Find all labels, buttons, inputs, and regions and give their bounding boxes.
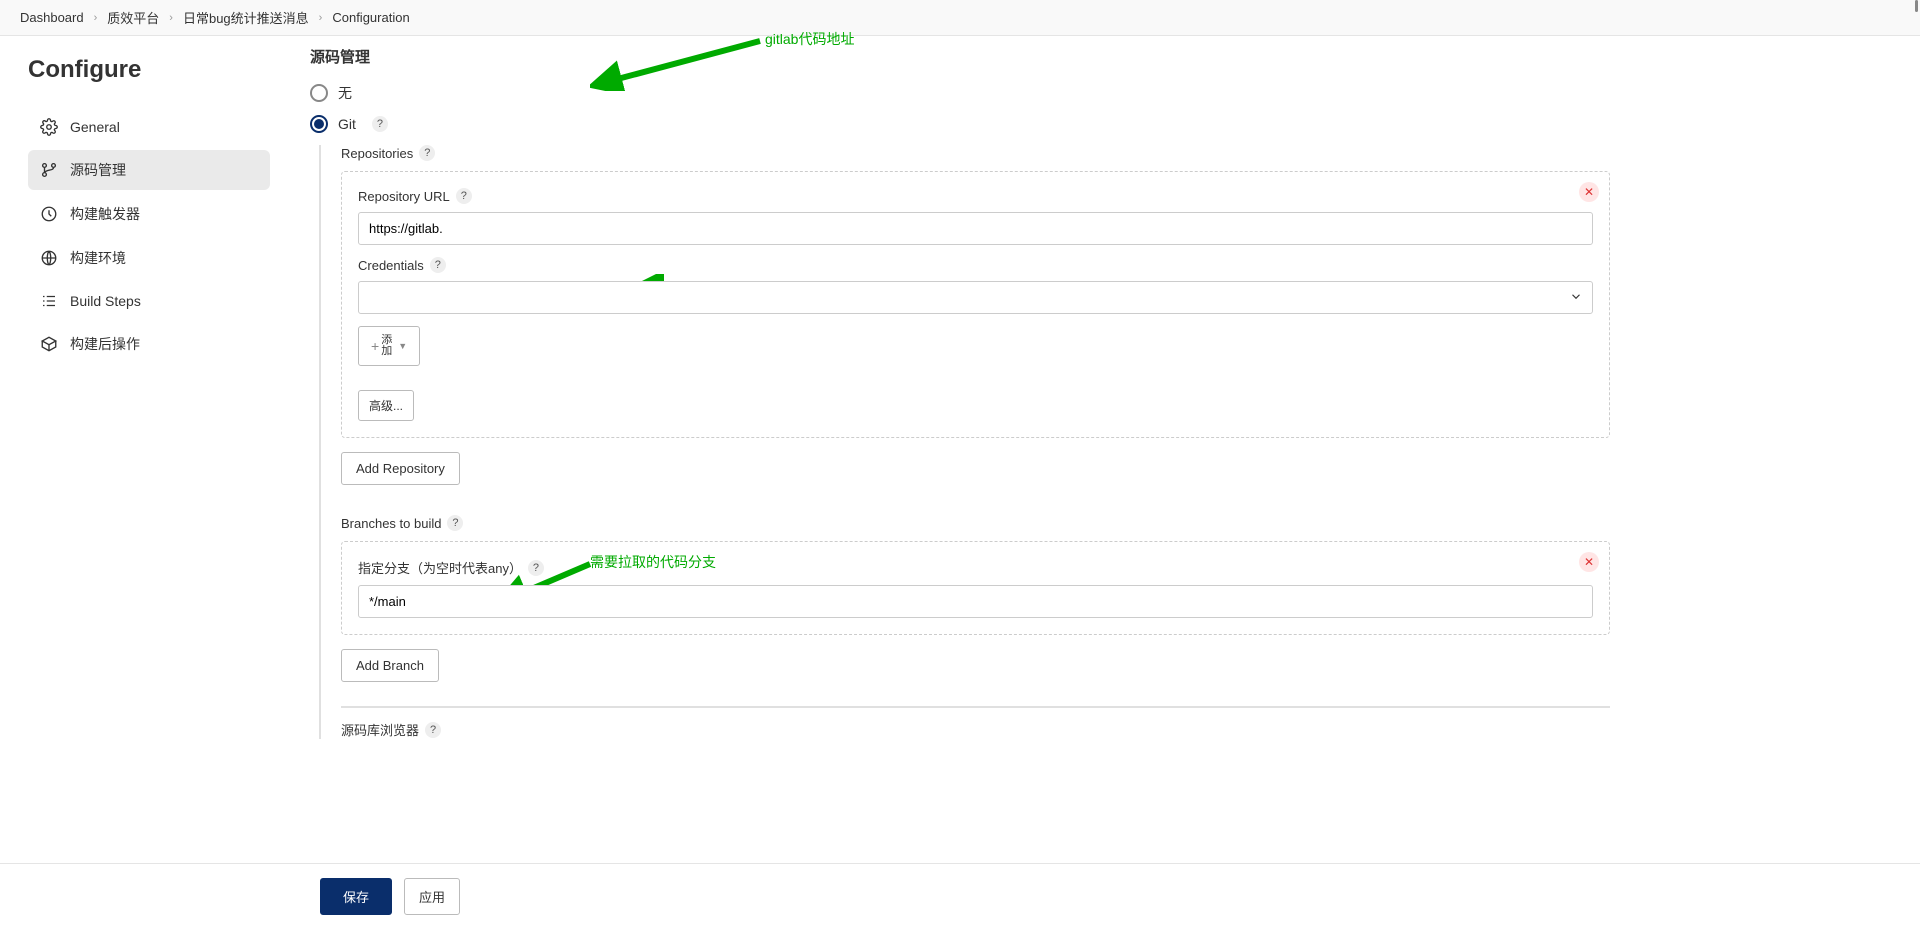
list-icon (40, 292, 58, 310)
sidebar-item-scm[interactable]: 源码管理 (28, 150, 270, 190)
plus-icon: + (371, 338, 379, 355)
radio-scm-none[interactable]: 无 (310, 83, 1610, 103)
section-title-scm: 源码管理 (310, 46, 1610, 67)
sidebar-item-steps[interactable]: Build Steps (28, 282, 270, 320)
input-repo-url[interactable] (358, 212, 1593, 245)
sidebar-item-general[interactable]: General (28, 108, 270, 146)
help-icon[interactable]: ? (456, 188, 472, 204)
label-repositories: Repositories ? (341, 145, 1610, 161)
sidebar-item-triggers[interactable]: 构建触发器 (28, 194, 270, 234)
breadcrumb: Dashboard › 质效平台 › 日常bug统计推送消息 › Configu… (0, 0, 1920, 36)
add-credentials-button[interactable]: + 添加 ▼ (358, 326, 420, 366)
radio-scm-git[interactable]: Git ? (310, 115, 1610, 133)
radio-label: 无 (338, 83, 352, 103)
sidebar-item-label: 构建后操作 (70, 334, 140, 354)
sidebar: Configure General 源码管理 构建触发器 构建环境 Build … (0, 36, 290, 869)
help-icon[interactable]: ? (419, 145, 435, 161)
label-branches: Branches to build ? (341, 515, 1610, 531)
breadcrumb-configuration[interactable]: Configuration (332, 10, 409, 25)
select-credentials[interactable] (358, 281, 1593, 314)
sidebar-item-label: 构建触发器 (70, 204, 140, 224)
close-icon[interactable]: ✕ (1579, 182, 1599, 202)
sidebar-item-label: 构建环境 (70, 248, 126, 268)
advanced-button[interactable]: 高级... (358, 390, 414, 421)
divider (341, 706, 1610, 708)
scrollbar[interactable] (1915, 0, 1918, 12)
sidebar-item-post[interactable]: 构建后操作 (28, 324, 270, 364)
save-button[interactable]: 保存 (320, 878, 392, 915)
main-content: 源码管理 无 Git ? Repositories ? gitlab代码地址 ✕… (290, 36, 1610, 869)
label-credentials: Credentials ? (358, 257, 1593, 273)
radio-icon (310, 84, 328, 102)
label-branch-spec: 指定分支（为空时代表any） ? (358, 558, 1593, 577)
breadcrumb-job[interactable]: 日常bug统计推送消息 (183, 8, 309, 27)
chevron-right-icon: › (94, 12, 98, 24)
radio-label: Git (338, 116, 356, 132)
close-icon[interactable]: ✕ (1579, 552, 1599, 572)
page-title: Configure (28, 56, 270, 84)
help-icon[interactable]: ? (528, 560, 544, 576)
input-branch-spec[interactable] (358, 585, 1593, 618)
box-icon (40, 335, 58, 353)
help-icon[interactable]: ? (430, 257, 446, 273)
footer-bar: 保存 应用 (0, 863, 1920, 929)
sidebar-item-label: 源码管理 (70, 160, 126, 180)
gear-icon (40, 118, 58, 136)
label-repo-url: Repository URL ? (358, 188, 1593, 204)
help-icon[interactable]: ? (447, 515, 463, 531)
add-repository-button[interactable]: Add Repository (341, 452, 460, 485)
breadcrumb-platform[interactable]: 质效平台 (107, 8, 159, 27)
chevron-right-icon: › (319, 12, 323, 24)
sidebar-item-env[interactable]: 构建环境 (28, 238, 270, 278)
add-branch-button[interactable]: Add Branch (341, 649, 439, 682)
sidebar-item-label: General (70, 119, 120, 135)
repository-block: ✕ Repository URL ? 登录gitlab的账号密码 Credent… (341, 171, 1610, 438)
help-icon[interactable]: ? (425, 722, 441, 738)
sidebar-item-label: Build Steps (70, 293, 141, 309)
clock-icon (40, 205, 58, 223)
chevron-down-icon: ▼ (398, 341, 407, 352)
radio-icon (310, 115, 328, 133)
label-repo-browser: 源码库浏览器 ? (341, 720, 1610, 739)
chevron-right-icon: › (169, 12, 173, 24)
branch-icon (40, 161, 58, 179)
globe-icon (40, 249, 58, 267)
branch-block: ✕ 指定分支（为空时代表any） ? (341, 541, 1610, 635)
help-icon[interactable]: ? (372, 116, 388, 132)
breadcrumb-dashboard[interactable]: Dashboard (20, 10, 84, 25)
apply-button[interactable]: 应用 (404, 878, 460, 915)
